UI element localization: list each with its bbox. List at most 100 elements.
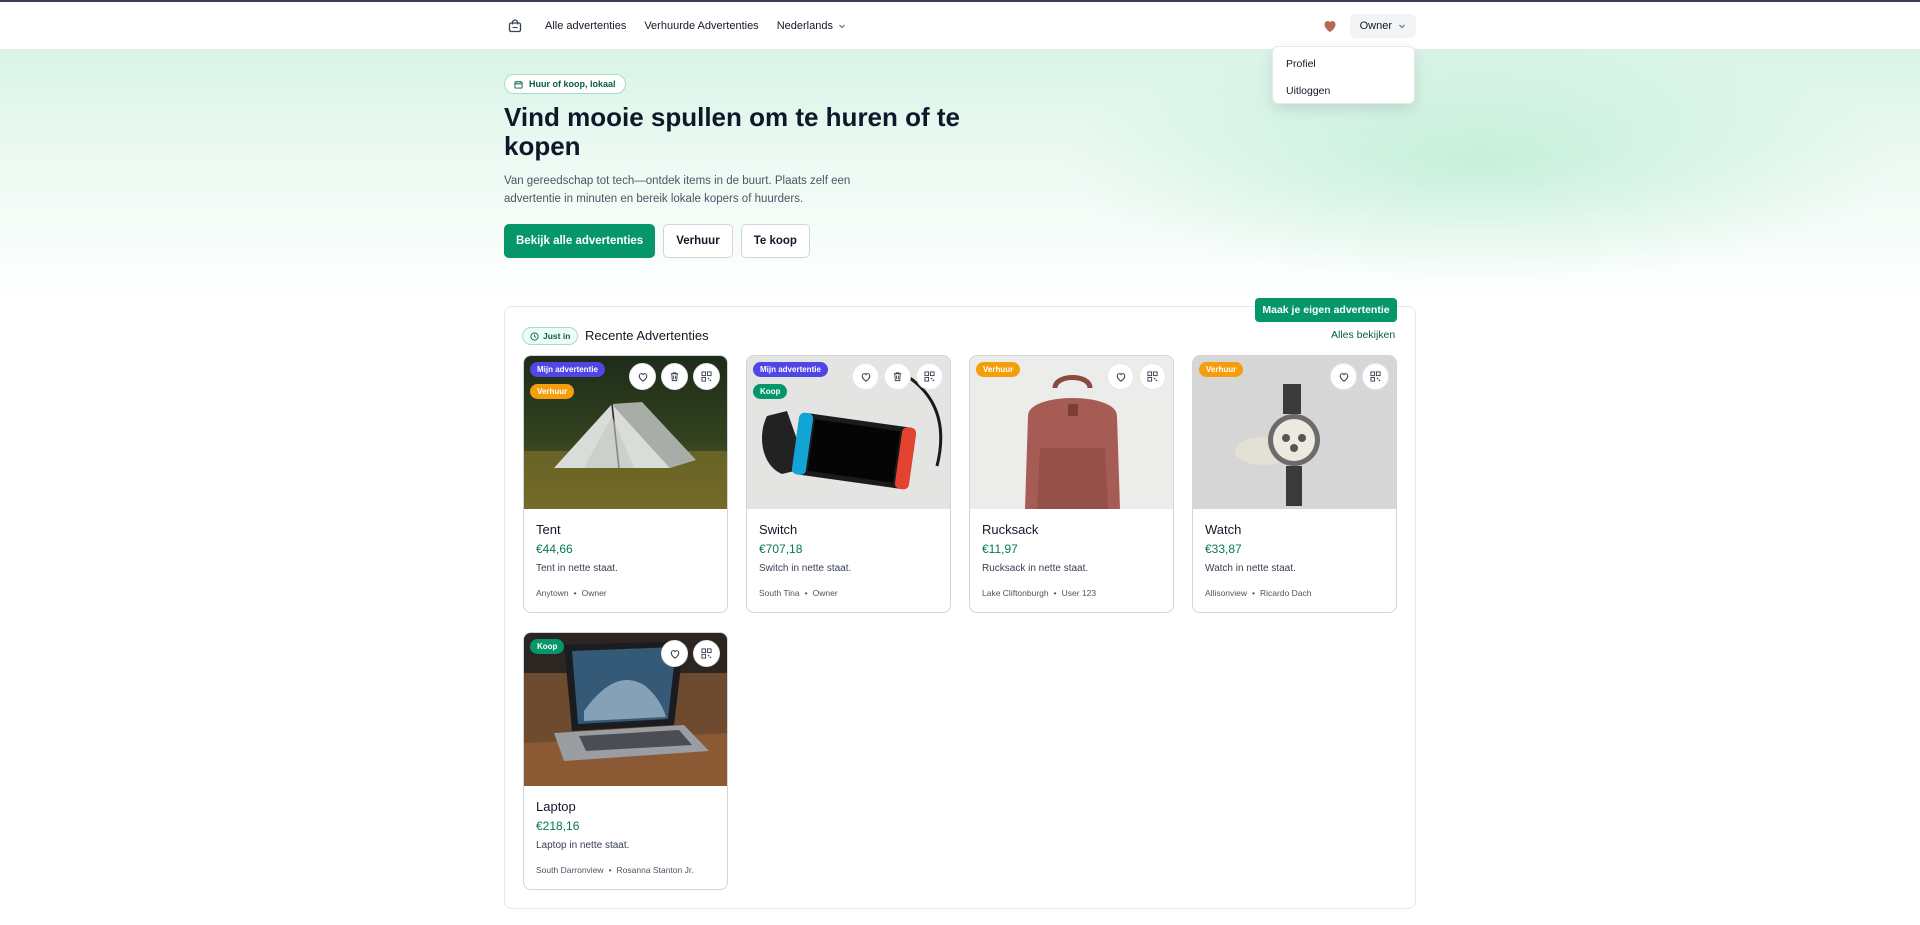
listing-card[interactable]: Verhuur Watch €33,87 Watch in nette staa… <box>1192 355 1397 613</box>
navbar: Alle advertenties Verhuurde Advertenties… <box>0 2 1920 50</box>
listing-card[interactable]: Mijn advertentie Koop Switch €707,18 Swi… <box>746 355 951 613</box>
listing-price: €44,66 <box>536 542 573 556</box>
user-name: Owner <box>1359 20 1392 32</box>
calendar-icon <box>514 80 523 89</box>
badge-buy: Koop <box>753 384 788 399</box>
listing-description: Watch in nette staat. <box>1205 563 1296 574</box>
hero-pill-label: Huur of koop, lokaal <box>529 79 616 89</box>
language-label: Nederlands <box>776 20 833 32</box>
menu-item-profile[interactable]: Profiel <box>1273 51 1414 78</box>
badge-rent: Verhuur <box>1199 362 1244 377</box>
heart-outline-icon <box>638 372 647 382</box>
qr-code-icon <box>1370 371 1381 382</box>
meta-separator: • <box>608 865 612 875</box>
meta-separator: • <box>573 588 577 598</box>
badge-buy: Koop <box>530 639 565 654</box>
listing-location: South Darronview <box>536 865 604 875</box>
listing-description: Rucksack in nette staat. <box>982 563 1089 574</box>
delete-button[interactable] <box>661 363 688 390</box>
nav-link-rented-listings[interactable]: Verhuurde Advertenties <box>644 20 758 32</box>
rent-filter-button[interactable]: Verhuur <box>663 224 733 258</box>
listing-card[interactable]: Verhuur Rucksack €11,97 Rucksack in nett… <box>969 355 1174 613</box>
hero-buttons: Bekijk alle advertenties Verhuur Te koop <box>504 224 810 258</box>
listing-meta: Anytown • Owner <box>536 588 607 598</box>
listing-price: €218,16 <box>536 819 580 833</box>
chevron-down-icon <box>1399 24 1405 29</box>
badge-rent: Verhuur <box>530 384 575 399</box>
listing-owner: Owner <box>812 588 838 598</box>
nav-link-all-listings[interactable]: Alle advertenties <box>545 20 626 32</box>
user-dropdown-menu: Profiel Uitloggen <box>1272 46 1415 104</box>
hero-background <box>0 50 1920 310</box>
heart-outline-icon <box>1116 372 1125 382</box>
listing-owner: User 123 <box>1061 588 1097 598</box>
qr-code-button[interactable] <box>693 640 720 667</box>
trash-icon <box>670 372 679 382</box>
listing-description: Tent in nette staat. <box>536 563 618 574</box>
qr-code-icon <box>924 371 935 382</box>
listing-owner: Ricardo Dach <box>1260 588 1312 598</box>
navbar-right: Owner <box>1322 14 1416 38</box>
listing-card[interactable]: Mijn advertentie Verhuur Tent €44,66 Ten… <box>523 355 728 613</box>
hero-description: Van gereedschap tot tech—ontdek items in… <box>504 175 851 205</box>
favorite-button[interactable] <box>1330 363 1357 390</box>
listing-price: €33,87 <box>1205 542 1242 556</box>
badge-my-listing: Mijn advertentie <box>753 362 828 377</box>
qr-code-button[interactable] <box>1362 363 1389 390</box>
listing-meta: South Tina • Owner <box>759 588 838 598</box>
chevron-down-icon <box>839 24 845 29</box>
listing-card[interactable]: Koop Laptop €218,16 Laptop in nette staa… <box>523 632 728 890</box>
listing-location: Lake Cliftonburgh <box>982 588 1049 598</box>
listing-owner: Owner <box>581 588 607 598</box>
listing-price: €11,97 <box>982 542 1018 556</box>
favorite-button[interactable] <box>661 640 688 667</box>
listing-price: €707,18 <box>759 542 803 556</box>
listing-location: South Tina <box>759 588 800 598</box>
meta-separator: • <box>1053 588 1057 598</box>
qr-code-icon <box>701 371 712 382</box>
just-in-badge: Just in <box>522 327 579 345</box>
favorite-button[interactable] <box>1107 363 1134 390</box>
heart-outline-icon <box>1339 372 1348 382</box>
just-in-label: Just in <box>543 331 571 341</box>
see-all-link[interactable]: Alles bekijken <box>1331 329 1395 341</box>
listing-title[interactable]: Laptop <box>536 799 576 814</box>
listing-description: Laptop in nette staat. <box>536 840 630 851</box>
shopping-bag-icon[interactable] <box>507 18 523 34</box>
listing-description: Switch in nette staat. <box>759 563 852 574</box>
heart-outline-icon <box>861 372 870 382</box>
listing-title[interactable]: Watch <box>1205 522 1241 537</box>
favorites-heart-icon[interactable] <box>1322 18 1338 34</box>
navbar-inner: Alle advertenties Verhuurde Advertenties… <box>504 2 1416 50</box>
listing-location: Anytown <box>536 588 569 598</box>
qr-code-icon <box>1147 371 1158 382</box>
listing-meta: Lake Cliftonburgh • User 123 <box>982 588 1096 598</box>
delete-button[interactable] <box>884 363 911 390</box>
badge-my-listing: Mijn advertentie <box>530 362 605 377</box>
listing-title[interactable]: Rucksack <box>982 522 1038 537</box>
qr-code-button[interactable] <box>693 363 720 390</box>
qr-code-button[interactable] <box>916 363 943 390</box>
user-menu-button[interactable]: Owner <box>1349 14 1416 38</box>
qr-code-button[interactable] <box>1139 363 1166 390</box>
listing-meta: South Darronview • Rosanna Stanton Jr. <box>536 865 694 875</box>
recent-listings-title: Recente Advertenties <box>585 328 709 343</box>
trash-icon <box>893 372 902 382</box>
create-listing-button[interactable]: Maak je eigen advertentie <box>1255 298 1397 322</box>
listing-location: Allisonview <box>1205 588 1248 598</box>
listing-owner: Rosanna Stanton Jr. <box>616 865 694 875</box>
listing-title[interactable]: Switch <box>759 522 797 537</box>
listing-meta: Allisonview • Ricardo Dach <box>1205 588 1312 598</box>
language-selector[interactable]: Nederlands <box>777 20 846 32</box>
view-all-listings-button[interactable]: Bekijk alle advertenties <box>504 224 656 258</box>
hero-title: Vind mooie spullen om te huren of te kop… <box>504 102 961 161</box>
listing-title[interactable]: Tent <box>536 522 561 537</box>
meta-separator: • <box>1252 588 1256 598</box>
badge-rent: Verhuur <box>976 362 1021 377</box>
favorite-button[interactable] <box>629 363 656 390</box>
menu-item-logout[interactable]: Uitloggen <box>1273 78 1414 105</box>
heart-outline-icon <box>670 649 679 659</box>
buy-filter-button[interactable]: Te koop <box>740 224 810 258</box>
favorite-button[interactable] <box>852 363 879 390</box>
meta-separator: • <box>804 588 808 598</box>
